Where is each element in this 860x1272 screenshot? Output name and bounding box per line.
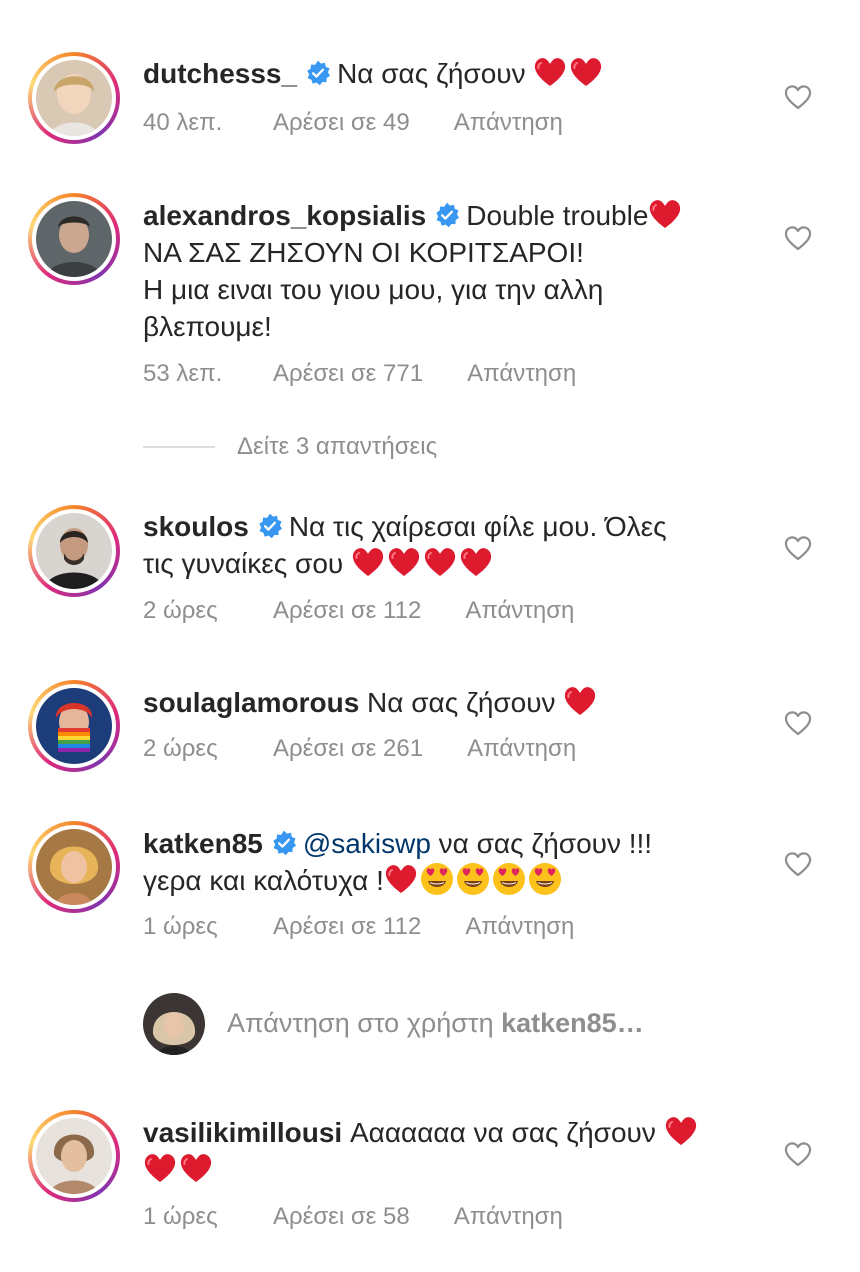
- comment-body-line: ΝΑ ΣΑΣ ΖΗΣΟΥΝ ΟΙ ΚΟΡΙΤΣΑΡΟΙ!: [143, 237, 584, 268]
- divider: [143, 446, 215, 448]
- username[interactable]: alexandros_kopsialis: [143, 200, 426, 231]
- heart-eyes-emoji: [420, 862, 454, 896]
- like-heart-icon[interactable]: [784, 84, 812, 110]
- comment-text: dutchesss_ Να σας ζήσουν: [143, 55, 763, 92]
- red-heart-emoji: [351, 546, 385, 578]
- comment-body: Double trouble: [466, 200, 649, 231]
- red-heart-emoji: [569, 56, 603, 88]
- red-heart-emoji: [648, 198, 682, 230]
- comment-body: Να σας ζήσουν: [367, 687, 556, 718]
- reply-target-username: katken85…: [501, 1008, 644, 1038]
- reply-button[interactable]: Απάντηση: [454, 109, 563, 137]
- comment-text: vasilikimillousi Ααααααα να σας ζήσουν: [143, 1114, 763, 1188]
- verified-badge-icon: [434, 202, 460, 228]
- red-heart-emoji: [664, 1115, 698, 1147]
- comment-text: skoulos Να τις χαίρεσαι φίλε μου. Όλες τι…: [143, 508, 763, 582]
- comment-time: 1 ώρες: [143, 1203, 218, 1230]
- reply-button[interactable]: Απάντηση: [467, 735, 576, 763]
- comment-body-line: γερα και καλότυχα !: [143, 865, 384, 896]
- verified-badge-icon: [271, 830, 297, 856]
- red-heart-emoji: [143, 1152, 177, 1184]
- comment-body: Ααααααα να σας ζήσουν: [349, 1117, 656, 1148]
- comment-meta: 40 λεπ. Αρέσει σε 49 Απάντηση: [143, 109, 563, 137]
- verified-badge-icon: [305, 60, 331, 86]
- comment-meta: 53 λεπ. Αρέσει σε 771 Απάντηση: [143, 360, 576, 388]
- red-heart-emoji: [533, 56, 567, 88]
- red-heart-emoji: [387, 546, 421, 578]
- avatar[interactable]: [28, 505, 120, 597]
- likes-count[interactable]: Αρέσει σε 58: [273, 1203, 410, 1231]
- likes-count[interactable]: Αρέσει σε 112: [273, 597, 421, 625]
- red-heart-emoji: [179, 1152, 213, 1184]
- mention-link[interactable]: @sakiswp: [303, 828, 431, 859]
- likes-count[interactable]: Αρέσει σε 771: [273, 360, 423, 388]
- likes-count[interactable]: Αρέσει σε 112: [273, 913, 421, 941]
- view-replies-label[interactable]: Δείτε 3 απαντήσεις: [237, 433, 437, 460]
- heart-eyes-emoji: [528, 862, 562, 896]
- comment-body-line: Η μια ειναι του γιου μου, για την αλλη: [143, 274, 604, 305]
- heart-eyes-emoji: [492, 862, 526, 896]
- like-heart-icon[interactable]: [784, 225, 812, 251]
- avatar[interactable]: [28, 1110, 120, 1202]
- avatar[interactable]: [28, 193, 120, 285]
- reply-input[interactable]: Απάντηση στο χρήστη katken85…: [227, 1008, 644, 1039]
- likes-count[interactable]: Αρέσει σε 49: [273, 109, 410, 137]
- like-heart-icon[interactable]: [784, 851, 812, 877]
- likes-count[interactable]: Αρέσει σε 261: [273, 735, 423, 763]
- like-heart-icon[interactable]: [784, 710, 812, 736]
- comment-time: 53 λεπ.: [143, 360, 223, 387]
- username[interactable]: vasilikimillousi: [143, 1117, 342, 1148]
- comment-body-line: τις γυναίκες σου: [143, 548, 344, 579]
- avatar[interactable]: [28, 52, 120, 144]
- avatar[interactable]: [28, 680, 120, 772]
- comment-body: να σας ζήσουν !!!: [438, 828, 653, 859]
- heart-eyes-emoji: [456, 862, 490, 896]
- username[interactable]: dutchesss_: [143, 58, 297, 89]
- like-heart-icon[interactable]: [784, 1141, 812, 1167]
- reply-button[interactable]: Απάντηση: [467, 360, 576, 388]
- view-replies-link[interactable]: Δείτε 3 απαντήσεις: [143, 433, 437, 461]
- red-heart-emoji: [423, 546, 457, 578]
- reply-composer[interactable]: Απάντηση στο χρήστη katken85…: [143, 993, 823, 1057]
- comment-meta: 1 ώρες Αρέσει σε 112 Απάντηση: [143, 913, 574, 941]
- username[interactable]: soulaglamorous: [143, 687, 359, 718]
- comment-text: alexandros_kopsialis Double trouble ΝΑ ΣΑ…: [143, 197, 763, 345]
- avatar[interactable]: [28, 821, 120, 913]
- comment-meta: 2 ώρες Αρέσει σε 261 Απάντηση: [143, 735, 576, 763]
- reply-input-placeholder: Απάντηση στο χρήστη: [227, 1008, 494, 1038]
- reply-button[interactable]: Απάντηση: [465, 597, 574, 625]
- reply-button[interactable]: Απάντηση: [465, 913, 574, 941]
- comment-body-line: βλεπουμε!: [143, 311, 272, 342]
- comment-meta: 2 ώρες Αρέσει σε 112 Απάντηση: [143, 597, 574, 625]
- avatar: [143, 993, 205, 1055]
- comment-time: 1 ώρες: [143, 913, 218, 940]
- comment-text: katken85 @sakiswp να σας ζήσουν !!! γερα …: [143, 825, 763, 899]
- reply-button[interactable]: Απάντηση: [454, 1203, 563, 1231]
- verified-badge-icon: [257, 513, 283, 539]
- comment-body: Να σας ζήσουν: [337, 58, 526, 89]
- comment-body: Να τις χαίρεσαι φίλε μου. Όλες: [288, 511, 667, 542]
- red-heart-emoji: [459, 546, 493, 578]
- like-heart-icon[interactable]: [784, 535, 812, 561]
- comment-time: 40 λεπ.: [143, 109, 223, 136]
- username[interactable]: skoulos: [143, 511, 249, 542]
- red-heart-emoji: [384, 863, 418, 895]
- comment-time: 2 ώρες: [143, 735, 218, 762]
- red-heart-emoji: [563, 685, 597, 717]
- username[interactable]: katken85: [143, 828, 263, 859]
- comment-meta: 1 ώρες Αρέσει σε 58 Απάντηση: [143, 1203, 563, 1231]
- comment-time: 2 ώρες: [143, 597, 218, 624]
- comment-text: soulaglamorous Να σας ζήσουν: [143, 684, 763, 721]
